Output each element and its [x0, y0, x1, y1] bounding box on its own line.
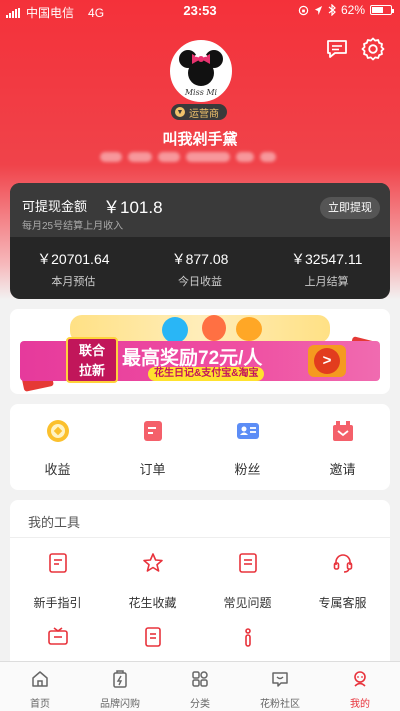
- username: 叫我剁手黛: [162, 131, 238, 148]
- arrow-right-icon: >: [314, 348, 340, 374]
- stat-value: ￥20701.64: [37, 251, 110, 267]
- guide-icon: [48, 553, 67, 573]
- tab-label: 分类: [190, 699, 210, 710]
- tab-profile[interactable]: 我的: [320, 662, 400, 711]
- mascot-icon: [202, 315, 226, 341]
- crown-icon: ▼: [175, 107, 185, 117]
- tool-label: 常见问题: [223, 596, 272, 610]
- tool-customer-service[interactable]: 专属客服: [295, 548, 390, 622]
- tab-label: 我的: [350, 699, 370, 710]
- role-badge-label: 运营商: [189, 108, 219, 120]
- stat-label: 上月结算: [304, 276, 349, 288]
- quick-action-orders[interactable]: 订单: [105, 404, 200, 490]
- tab-label: 首页: [30, 699, 50, 710]
- rotation-lock-icon: [298, 5, 309, 15]
- quick-action-label: 收益: [44, 462, 71, 477]
- promo-banner[interactable]: 联合 拉新 最高奖励72元/人 花生日记&支付宝&淘宝 >: [10, 309, 390, 394]
- category-icon: [192, 671, 208, 687]
- banner-headline: 最高奖励72元/人: [122, 348, 263, 369]
- community-icon: [272, 672, 288, 687]
- quick-action-income[interactable]: 收益: [10, 404, 105, 490]
- tool-guide[interactable]: 新手指引: [10, 548, 105, 622]
- stat-label: 本月预估: [51, 276, 96, 288]
- tab-label: 品牌闪购: [100, 699, 140, 710]
- tool-favorites[interactable]: 花生收藏: [105, 548, 200, 622]
- quick-actions: 收益 订单 粉丝 邀请: [10, 404, 390, 490]
- settle-note: 每月25号结算上月收入: [22, 221, 124, 232]
- tab-category[interactable]: 分类: [160, 662, 240, 711]
- coin-icon: [46, 420, 69, 442]
- invite-icon: [332, 421, 353, 441]
- tool-label: 花生收藏: [128, 596, 177, 610]
- banner-go-button[interactable]: >: [308, 345, 346, 377]
- divider: [10, 537, 390, 538]
- tv-icon: [47, 627, 68, 645]
- settings-icon[interactable]: [360, 36, 386, 62]
- tab-label: 花粉社区: [260, 699, 300, 710]
- stat-today-income[interactable]: ￥877.08 今日收益: [137, 249, 264, 289]
- banner-tag-line2: 拉新: [78, 363, 105, 378]
- tool-label: 专属客服: [318, 596, 367, 610]
- banner-subline: 花生日记&支付宝&淘宝: [148, 367, 265, 381]
- mascot-icon: [236, 317, 262, 341]
- earnings-card: 可提现金额 ￥101.8 每月25号结算上月收入 立即提现 ￥20701.64 …: [10, 183, 390, 299]
- banner-tag: 联合 拉新: [66, 337, 118, 383]
- stat-label: 今日收益: [178, 276, 222, 288]
- quick-action-label: 订单: [139, 462, 166, 477]
- quick-action-invite[interactable]: 邀请: [295, 404, 390, 490]
- mascot-icon: [162, 317, 188, 343]
- withdrawable-label: 可提现金额: [22, 199, 88, 214]
- stat-monthly-estimate[interactable]: ￥20701.64 本月预估: [10, 249, 137, 289]
- withdraw-button[interactable]: 立即提现: [320, 197, 380, 219]
- withdrawable-amount: ￥101.8: [103, 198, 163, 217]
- section-title: 我的工具: [28, 515, 81, 530]
- info-icon: [244, 628, 251, 647]
- stat-value: ￥32547.11: [291, 251, 363, 267]
- battery-percent: 62%: [340, 3, 365, 17]
- stat-last-month-settled[interactable]: ￥32547.11 上月结算: [263, 249, 390, 289]
- bottom-tab-bar: 首页 品牌闪购 分类 花粉社区 我的: [0, 661, 400, 711]
- stat-value: ￥877.08: [171, 251, 229, 267]
- profile-icon: [354, 671, 366, 687]
- battery-icon: [370, 5, 394, 15]
- headset-icon: [333, 554, 352, 573]
- location-icon: [314, 5, 323, 15]
- quick-action-label: 邀请: [329, 462, 356, 477]
- fans-icon: [236, 423, 259, 439]
- tool-label: 新手指引: [33, 596, 82, 610]
- quick-action-fans[interactable]: 粉丝: [200, 404, 295, 490]
- star-icon: [142, 553, 163, 572]
- banner-tag-line1: 联合: [78, 343, 105, 358]
- tool-faq[interactable]: 常见问题: [200, 548, 295, 622]
- blurred-user-info: [100, 152, 300, 164]
- note-icon: [144, 627, 161, 647]
- faq-icon: [238, 553, 257, 573]
- quick-action-label: 粉丝: [234, 462, 261, 477]
- home-icon: [32, 671, 48, 687]
- tab-community[interactable]: 花粉社区: [240, 662, 320, 711]
- my-tools-section: 我的工具 新手指引 花生收藏 常见问题 专属客服: [10, 500, 390, 670]
- avatar[interactable]: Miss Mi: [170, 40, 232, 102]
- bluetooth-icon: [328, 4, 336, 16]
- message-icon[interactable]: [324, 36, 350, 62]
- flash-sale-icon: [113, 670, 127, 688]
- avatar-brand-text: Miss Mi: [184, 88, 218, 97]
- tab-home[interactable]: 首页: [0, 662, 80, 711]
- tab-flash-sale[interactable]: 品牌闪购: [80, 662, 160, 711]
- status-bar: 中国电信 4G 23:53 62%: [0, 0, 400, 22]
- role-badge: ▼ 运营商: [171, 104, 227, 120]
- order-icon: [143, 421, 162, 441]
